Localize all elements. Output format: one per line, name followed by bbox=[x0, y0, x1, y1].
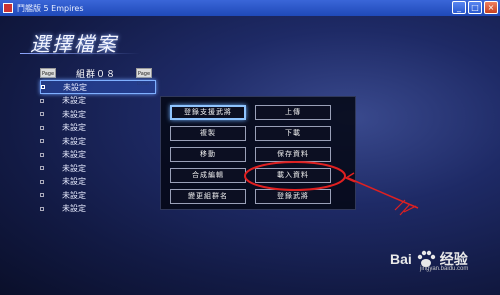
watermark-brand: Bai bbox=[390, 251, 412, 267]
watermark-url: jingyan.baidu.com bbox=[420, 266, 469, 272]
arrow-line bbox=[347, 177, 419, 209]
highlight-circle bbox=[244, 161, 346, 191]
arrow-head bbox=[344, 172, 356, 183]
